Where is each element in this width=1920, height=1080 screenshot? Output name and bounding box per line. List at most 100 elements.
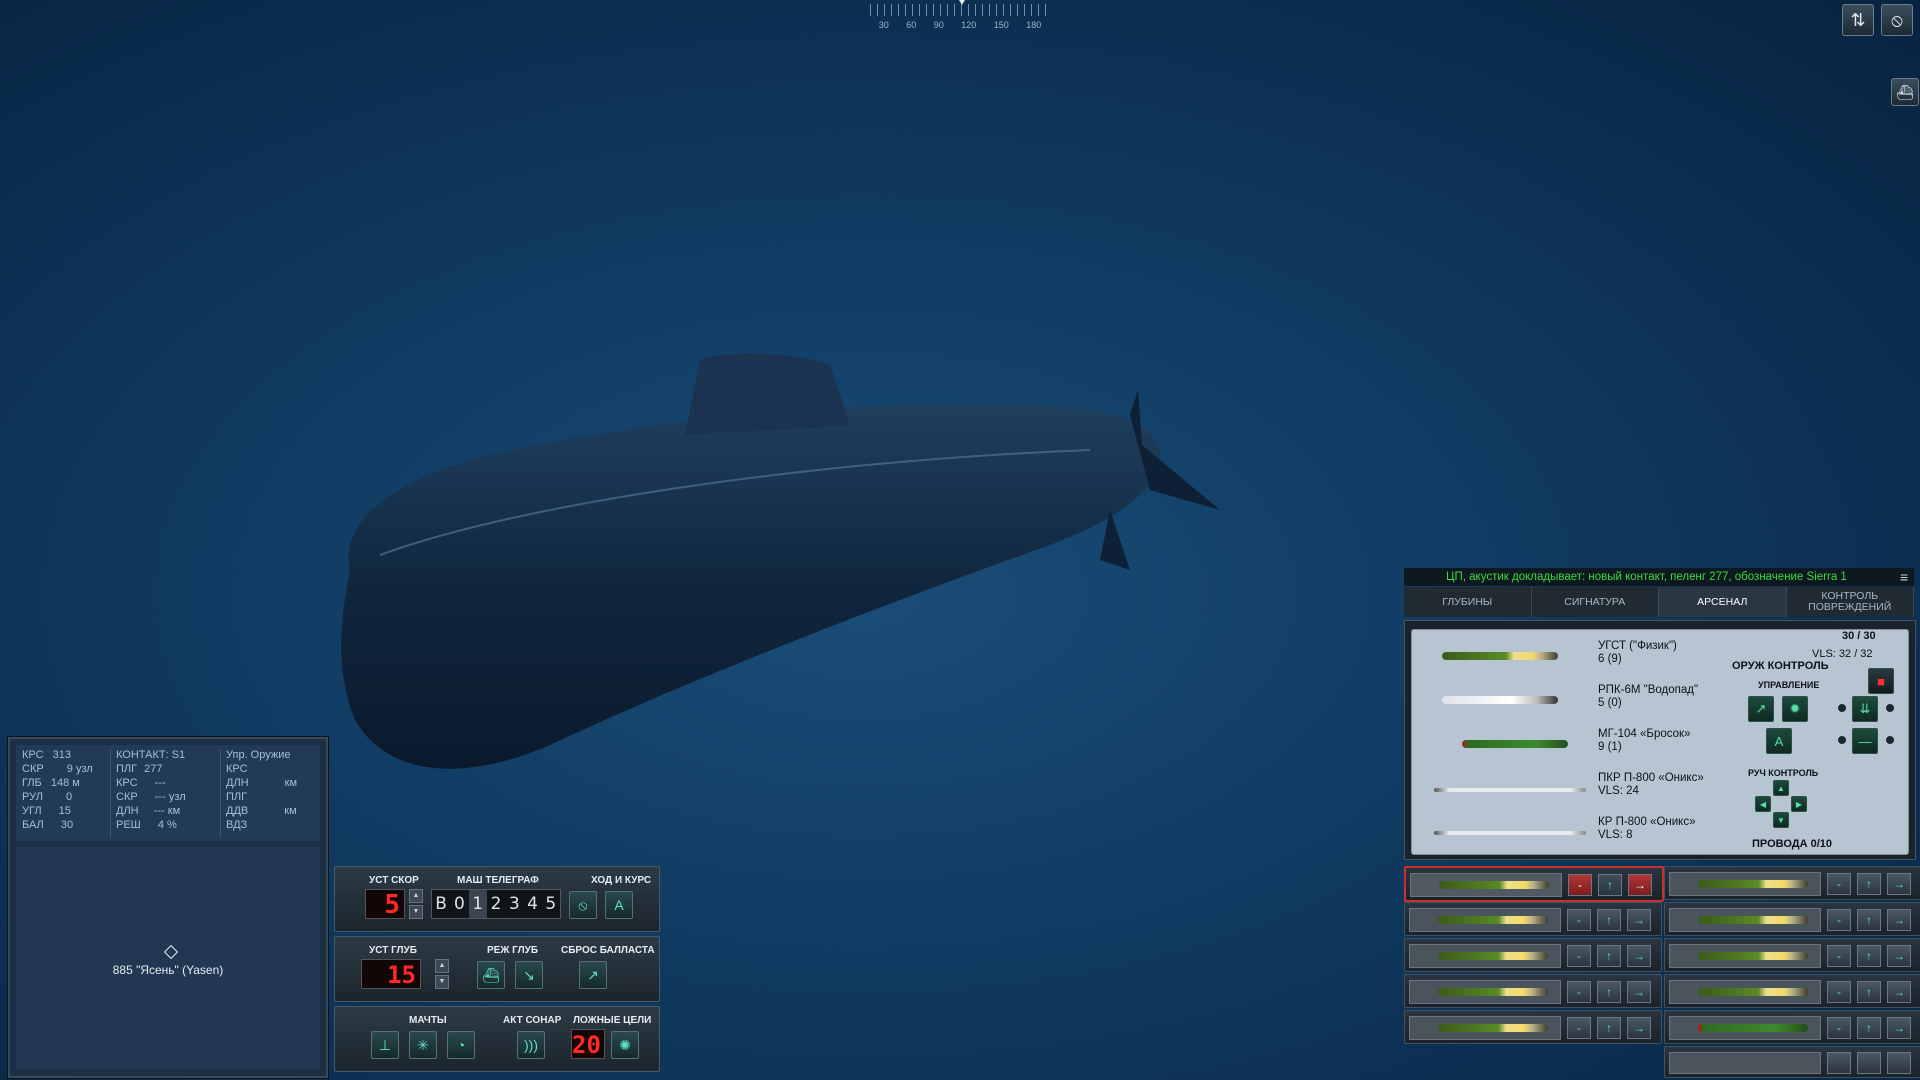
compass-label: 60 xyxy=(906,20,917,30)
weapon-item[interactable]: МГ-104 «Бросок» 9 (1) xyxy=(1598,728,1690,754)
torpedo-tube-11[interactable] xyxy=(1664,1046,1920,1078)
telegraph-option[interactable]: 3 xyxy=(505,890,523,918)
torpedo-tube-4[interactable]: - ↑ → xyxy=(1404,974,1662,1008)
tube-load-button[interactable] xyxy=(1857,1052,1881,1074)
tube-unload-button[interactable]: - xyxy=(1567,909,1591,931)
torpedo-tube-1[interactable]: - ↑ → xyxy=(1404,866,1664,902)
weapon-item[interactable]: УГСТ ("Физик") 6 (9) xyxy=(1598,640,1677,666)
tube-fire-button[interactable]: → xyxy=(1627,1017,1651,1039)
tube-load-button[interactable]: ↑ xyxy=(1857,873,1881,895)
submarine-3d-view xyxy=(341,353,1220,769)
manual-right-button[interactable]: ▶ xyxy=(1791,796,1807,812)
manual-up-button[interactable]: ▲ xyxy=(1773,780,1789,796)
esm-mast-button[interactable]: ✳ xyxy=(409,1031,437,1059)
weapon-item[interactable]: РПК-6М "Водопад" 5 (0) xyxy=(1598,684,1698,710)
speed-down-button[interactable]: ▼ xyxy=(409,905,423,919)
tube-load-button[interactable]: ↑ xyxy=(1857,945,1881,967)
tube-fire-button[interactable]: → xyxy=(1887,873,1911,895)
snapshot-button[interactable]: ↗ xyxy=(1748,696,1774,722)
weapon-key: ВДЗ xyxy=(226,819,248,831)
tube-fire-button[interactable] xyxy=(1887,1052,1911,1074)
tube-load-button[interactable]: ↑ xyxy=(1597,1017,1621,1039)
weapon-name: РПК-6М "Водопад" xyxy=(1598,684,1699,696)
tube-unload-button[interactable]: - xyxy=(1567,945,1591,967)
tube-load-button[interactable]: ↑ xyxy=(1598,874,1622,896)
loaded-torpedo xyxy=(1438,988,1548,996)
launch-decoy-button[interactable]: ✺ xyxy=(611,1031,639,1059)
tube-unload-button[interactable]: - xyxy=(1568,874,1592,896)
tube-unload-button[interactable]: - xyxy=(1567,981,1591,1003)
torpedo-tube-2[interactable]: - ↑ → xyxy=(1404,902,1662,936)
telegraph-option[interactable]: 2 xyxy=(487,890,505,918)
tab-damage-control[interactable]: КОНТРОЛЬ ПОВРЕЖДЕНИЙ xyxy=(1787,587,1914,617)
torpedo-tube-8[interactable]: - ↑ → xyxy=(1664,938,1920,972)
depth-down-button[interactable]: ▼ xyxy=(435,975,449,989)
tube-unload-button[interactable]: - xyxy=(1827,981,1851,1003)
level-depth-button[interactable]: ⛴ xyxy=(477,961,505,989)
tube-unload-button[interactable]: - xyxy=(1827,873,1851,895)
tube-load-button[interactable]: ↑ xyxy=(1597,945,1621,967)
tube-fire-button[interactable]: → xyxy=(1887,981,1911,1003)
torpedo-tube-3[interactable]: - ↑ → xyxy=(1404,938,1662,972)
tube-fire-button[interactable]: → xyxy=(1627,909,1651,931)
dive-button[interactable]: ↘ xyxy=(515,961,543,989)
tube-load-button[interactable]: ↑ xyxy=(1857,909,1881,931)
own-value: 9 xyxy=(66,763,73,775)
tactical-minimap[interactable]: 885 "Ясень" (Yasen) xyxy=(16,847,320,1069)
telegraph-option[interactable]: 5 xyxy=(542,890,560,918)
stop-button[interactable]: ⦸ xyxy=(569,891,597,919)
manual-down-button[interactable]: ▼ xyxy=(1773,812,1789,828)
torpedo-tube-9[interactable]: - ↑ → xyxy=(1664,974,1920,1008)
tab-signature[interactable]: СИГНАТУРА xyxy=(1532,587,1659,617)
message-bar: ЦП, акустик докладывает: новый контакт, … xyxy=(1404,568,1914,586)
tube-load-button[interactable]: ↑ xyxy=(1857,981,1881,1003)
tube-unload-button[interactable]: - xyxy=(1567,1017,1591,1039)
manual-left-button[interactable]: ◀ xyxy=(1755,796,1771,812)
weapon-unit: км xyxy=(284,805,297,817)
submarine-stern xyxy=(1130,390,1220,510)
tube-load-button[interactable]: ↑ xyxy=(1597,909,1621,931)
telegraph-option[interactable]: 4 xyxy=(523,890,541,918)
cancel-icon: ⦸ xyxy=(578,896,588,913)
tube-fire-button[interactable]: → xyxy=(1887,1017,1911,1039)
tube-load-button[interactable]: ↑ xyxy=(1857,1017,1881,1039)
auto-target-button[interactable]: A xyxy=(1766,728,1792,754)
menu-icon[interactable]: ≡ xyxy=(1900,569,1912,585)
tube-fire-button[interactable]: → xyxy=(1887,909,1911,931)
telegraph-option-selected[interactable]: 1 xyxy=(468,890,487,918)
tube-load-button[interactable]: ↑ xyxy=(1597,981,1621,1003)
torpedo-tube-5[interactable]: - ↑ → xyxy=(1404,1010,1662,1044)
periscope-button[interactable]: ⊥ xyxy=(371,1031,399,1059)
tube-unload-button[interactable]: - xyxy=(1827,945,1851,967)
active-sonar-button[interactable]: ))) xyxy=(517,1031,545,1059)
active-seeker-button[interactable]: ✹ xyxy=(1782,696,1808,722)
torpedo-tube-6[interactable]: - ↑ → xyxy=(1664,866,1920,900)
preset-depth-button[interactable]: ⇊ xyxy=(1852,696,1878,722)
tab-arsenal[interactable]: АРСЕНАЛ xyxy=(1659,587,1787,617)
tab-depths[interactable]: ГЛУБИНЫ xyxy=(1404,587,1532,617)
radar-mast-button[interactable]: ◔ xyxy=(447,1031,475,1059)
layers-button[interactable]: ⇅ xyxy=(1842,4,1874,36)
wire-cut-button[interactable]: — xyxy=(1852,728,1878,754)
tube-unload-button[interactable]: - xyxy=(1827,1017,1851,1039)
emergency-blow-button[interactable]: ↗ xyxy=(579,961,607,989)
ship-view-button[interactable]: ⛴ xyxy=(1891,78,1919,106)
fire-button[interactable]: ■ xyxy=(1868,668,1894,694)
autopilot-button[interactable]: A xyxy=(605,891,633,919)
telegraph-option[interactable]: В xyxy=(432,890,450,918)
tube-fire-button[interactable]: → xyxy=(1628,874,1652,896)
engine-telegraph[interactable]: В 0 1 2 3 4 5 xyxy=(431,889,561,919)
speed-up-button[interactable]: ▲ xyxy=(409,889,423,903)
depth-up-button[interactable]: ▲ xyxy=(435,959,449,973)
cancel-button[interactable]: ⦸ xyxy=(1881,4,1913,36)
tube-unload-button[interactable] xyxy=(1827,1052,1851,1074)
tube-unload-button[interactable]: - xyxy=(1827,909,1851,931)
weapon-item[interactable]: КР П-800 «Оникс» VLS: 8 xyxy=(1598,816,1695,842)
torpedo-tube-10[interactable]: - ↑ → xyxy=(1664,1010,1920,1044)
tube-fire-button[interactable]: → xyxy=(1627,945,1651,967)
tube-fire-button[interactable]: → xyxy=(1627,981,1651,1003)
tube-fire-button[interactable]: → xyxy=(1887,945,1911,967)
torpedo-tube-7[interactable]: - ↑ → xyxy=(1664,902,1920,936)
weapon-item[interactable]: ПКР П-800 «Оникс» VLS: 24 xyxy=(1598,772,1704,798)
telegraph-option[interactable]: 0 xyxy=(450,890,468,918)
